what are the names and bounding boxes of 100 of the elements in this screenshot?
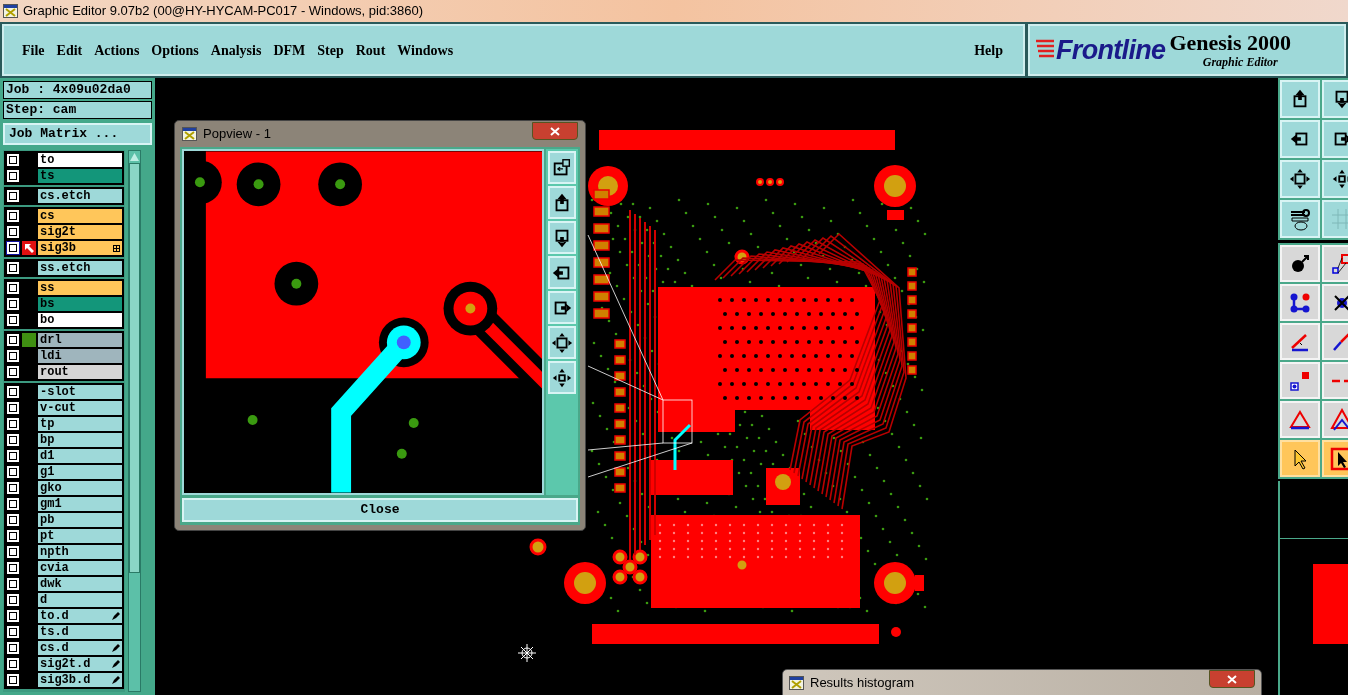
menu-item[interactable]: Rout (349, 39, 392, 61)
layer-toggle-square[interactable] (6, 297, 20, 311)
layer-toggle-square[interactable] (6, 561, 20, 575)
layer-toggle-square[interactable] (6, 497, 20, 511)
tool-button[interactable] (1280, 401, 1320, 438)
layer-toggle-square[interactable] (6, 401, 20, 415)
layer-name[interactable]: cs.d (38, 641, 122, 655)
close-button[interactable] (532, 122, 578, 140)
tool-button[interactable] (1280, 245, 1320, 282)
layer-toggle-square[interactable] (6, 609, 20, 623)
layer-name[interactable]: sig2t.d (38, 657, 122, 671)
view-button[interactable] (548, 186, 576, 219)
popview-title: Popview - 1 (203, 125, 271, 144)
layer-toggle-square[interactable] (6, 625, 20, 639)
layer-name[interactable]: cvia (38, 561, 122, 575)
menu-item[interactable]: DFM (267, 39, 312, 61)
view-button[interactable] (548, 256, 576, 289)
layer-toggle-square[interactable] (6, 481, 20, 495)
layer-name[interactable]: tp (38, 417, 122, 431)
layer-name[interactable]: bo (38, 313, 122, 327)
menu-item[interactable]: Options (145, 39, 205, 61)
layer-name[interactable]: cs (38, 209, 122, 223)
tool-button[interactable] (1280, 323, 1320, 360)
tool-button[interactable] (1280, 160, 1320, 198)
layer-name[interactable]: d1 (38, 449, 122, 463)
layer-name[interactable]: -slot (38, 385, 122, 399)
menu-item[interactable]: Actions (88, 39, 146, 61)
view-button[interactable] (548, 151, 576, 184)
layer-toggle-square[interactable] (6, 189, 20, 203)
layer-name[interactable]: pb (38, 513, 122, 527)
layer-toggle-square[interactable] (6, 153, 20, 167)
layer-toggle-square[interactable] (6, 261, 20, 275)
close-icon (550, 126, 560, 136)
layer-name[interactable]: bs (38, 297, 122, 311)
layer-toggle-square[interactable] (6, 313, 20, 327)
layer-toggle-square[interactable] (6, 513, 20, 527)
close-button[interactable]: Close (182, 498, 578, 522)
layer-toggle-square[interactable] (6, 641, 20, 655)
layer-name[interactable]: gko (38, 481, 122, 495)
job-matrix-button[interactable]: Job Matrix ... (3, 123, 152, 145)
layer-toggle-square[interactable] (6, 365, 20, 379)
tool-button[interactable] (1280, 120, 1320, 158)
view-button[interactable] (548, 361, 576, 394)
layer-toggle-square[interactable] (6, 593, 20, 607)
layer-toggle-square[interactable] (6, 673, 20, 687)
layer-toggle-square[interactable] (6, 225, 20, 239)
menu-item[interactable]: Analysis (204, 39, 268, 61)
layer-toggle-square[interactable] (6, 333, 20, 347)
menu-item[interactable]: File (16, 39, 51, 61)
layer-name[interactable]: to.d (38, 609, 122, 623)
scrollbar[interactable] (128, 150, 141, 692)
window-icon (182, 127, 197, 141)
layer-name[interactable]: g1 (38, 465, 122, 479)
window-icon (789, 676, 804, 690)
layer-name[interactable]: v-cut (38, 401, 122, 415)
tool-button[interactable] (1280, 284, 1320, 321)
layer-name[interactable]: gm1 (38, 497, 122, 511)
layer-name[interactable]: rout (38, 365, 122, 379)
view-button[interactable] (548, 291, 576, 324)
layer-toggle-square[interactable] (6, 657, 20, 671)
scroll-thumb[interactable] (129, 163, 140, 573)
layer-name[interactable]: bp (38, 433, 122, 447)
layer-name[interactable]: cs.etch (38, 189, 122, 203)
layer-toggle-square[interactable] (6, 449, 20, 463)
view-button[interactable] (548, 221, 576, 254)
layer-name[interactable]: ss (38, 281, 122, 295)
layer-toggle-square[interactable] (6, 433, 20, 447)
tool-button[interactable] (1280, 80, 1320, 118)
layer-toggle-square[interactable] (6, 385, 20, 399)
layer-name[interactable]: to (38, 153, 122, 167)
layer-name[interactable]: ldi (38, 349, 122, 363)
layer-toggle-square[interactable] (6, 577, 20, 591)
layer-name[interactable]: dwk (38, 577, 122, 591)
layer-toggle-square[interactable] (6, 209, 20, 223)
tool-button[interactable] (1280, 362, 1320, 399)
layer-name[interactable]: pt (38, 529, 122, 543)
layer-toggle-square[interactable] (6, 169, 20, 183)
layer-name[interactable]: sig2t (38, 225, 122, 239)
layer-name[interactable]: ts.d (38, 625, 122, 639)
menu-item[interactable]: Edit (50, 39, 89, 61)
help-menu[interactable]: Help (966, 39, 1011, 61)
layer-toggle-square[interactable] (6, 349, 20, 363)
menu-item[interactable]: Step (311, 39, 350, 61)
view-button[interactable] (548, 326, 576, 359)
close-button[interactable] (1209, 670, 1255, 688)
layer-toggle-square[interactable] (6, 281, 20, 295)
layer-name[interactable]: sig3b (38, 241, 122, 255)
layer-toggle-square[interactable] (6, 417, 20, 431)
layer-toggle-square[interactable] (6, 465, 20, 479)
tool-button[interactable] (1280, 200, 1320, 238)
layer-name[interactable]: npth (38, 545, 122, 559)
layer-name[interactable]: drl (38, 333, 122, 347)
menu-item[interactable]: Windows (391, 39, 460, 61)
layer-toggle-square[interactable] (6, 545, 20, 559)
layer-name[interactable]: ts (38, 169, 122, 183)
layer-name[interactable]: sig3b.d (38, 673, 122, 687)
layer-toggle-square[interactable] (6, 241, 20, 255)
layer-toggle-square[interactable] (6, 529, 20, 543)
layer-name[interactable]: ss.etch (38, 261, 122, 275)
layer-name[interactable]: d (38, 593, 122, 607)
